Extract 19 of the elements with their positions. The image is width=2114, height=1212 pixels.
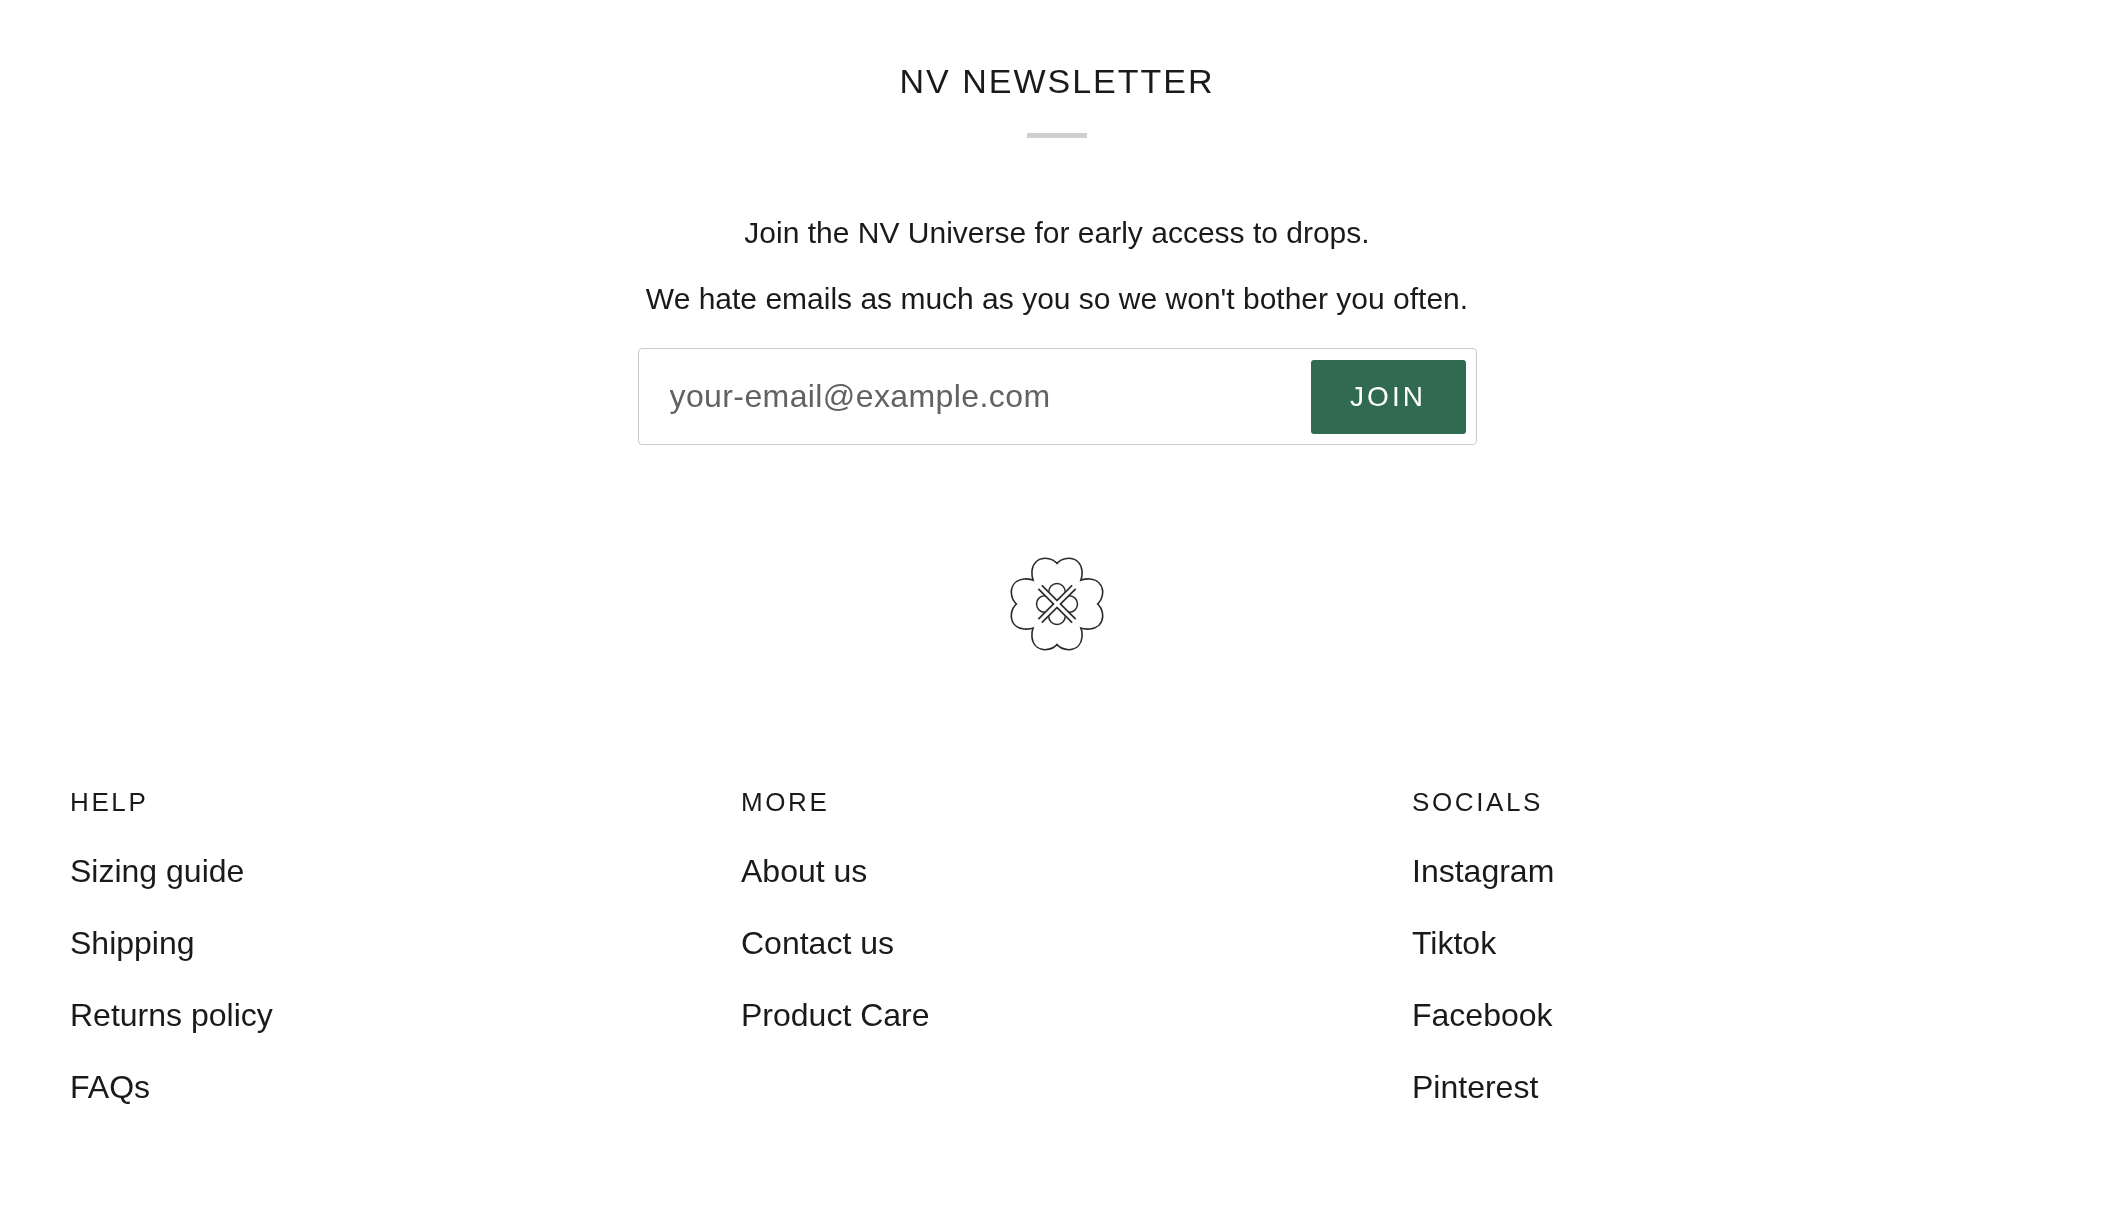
join-button[interactable]: JOIN bbox=[1310, 360, 1466, 434]
footer-link[interactable]: Shipping bbox=[70, 923, 195, 963]
footer-link[interactable]: Pinterest bbox=[1412, 1067, 1539, 1107]
footer-link[interactable]: FAQs bbox=[70, 1067, 150, 1107]
newsletter-text: We hate emails as much as you so we won't bother you often. bbox=[645, 281, 1469, 317]
footer-link[interactable]: Returns policy bbox=[70, 995, 273, 1035]
footer-link[interactable]: Sizing guide bbox=[70, 851, 245, 891]
footer-link[interactable]: Facebook bbox=[1412, 995, 1553, 1035]
footer-heading: SOCIALS bbox=[1412, 786, 1543, 819]
newsletter-text: Join the NV Universe for early access to drops. bbox=[744, 215, 1370, 251]
footer-heading: MORE bbox=[741, 786, 830, 819]
footer-link[interactable]: Tiktok bbox=[1412, 923, 1497, 963]
newsletter-title: NV NEWSLETTER bbox=[899, 61, 1215, 101]
footer-link[interactable]: Product Care bbox=[741, 995, 930, 1035]
footer-heading: HELP bbox=[70, 786, 149, 819]
footer-link[interactable]: Instagram bbox=[1412, 851, 1555, 891]
footer-link[interactable]: Contact us bbox=[741, 923, 894, 963]
clover-logo-icon bbox=[1010, 557, 1104, 651]
footer-link[interactable]: About us bbox=[741, 851, 868, 891]
